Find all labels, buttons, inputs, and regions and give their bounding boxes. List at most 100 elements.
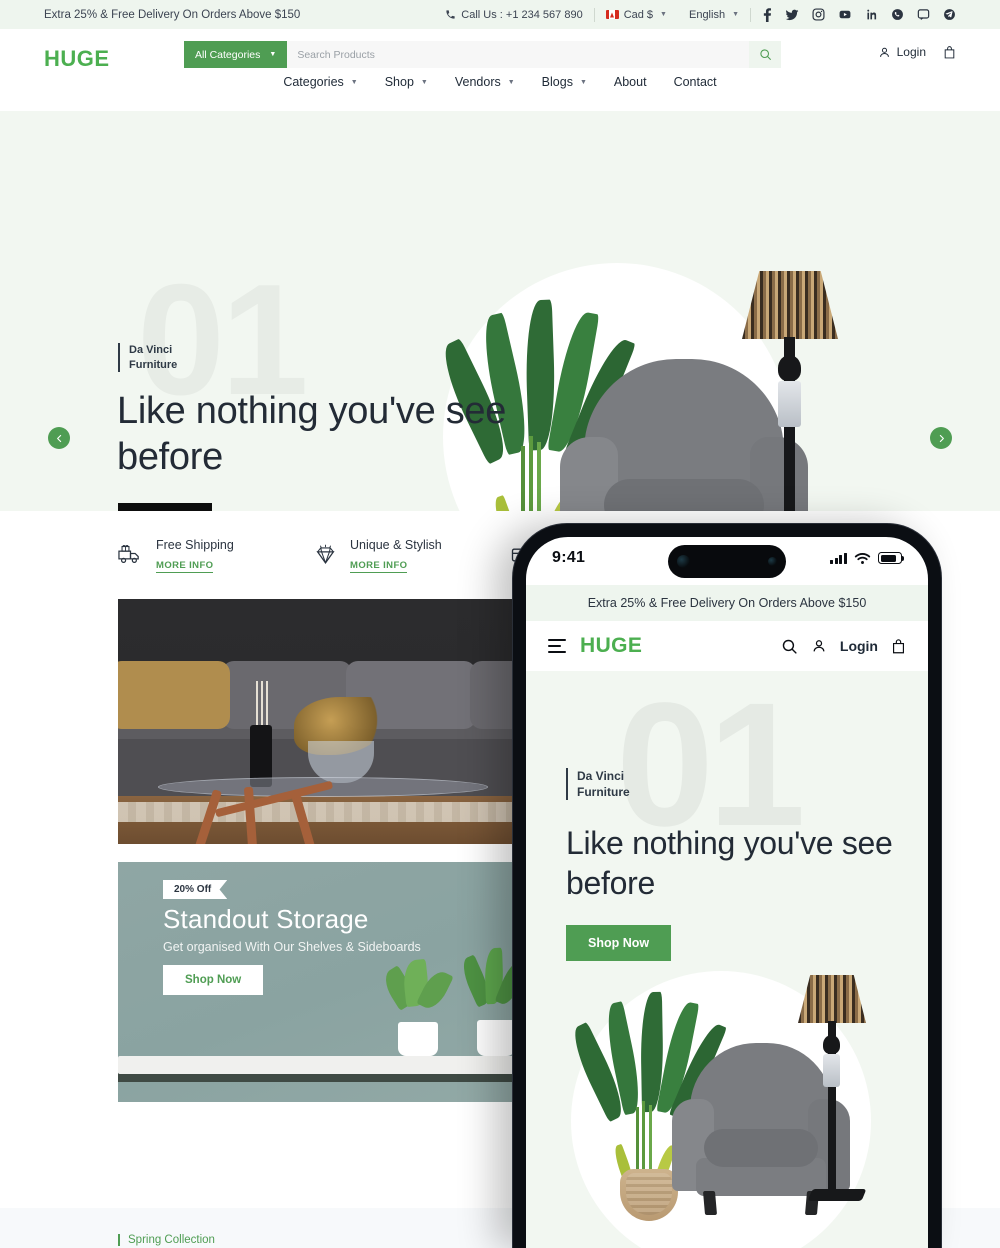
status-time: 9:41	[552, 549, 586, 566]
twitter-icon[interactable]	[785, 8, 799, 22]
promo-text: Extra 25% & Free Delivery On Orders Abov…	[44, 8, 301, 21]
phone-hero-shop-now-button[interactable]: Shop Now	[566, 925, 672, 961]
linkedin-icon[interactable]	[865, 8, 878, 21]
shopping-bag-icon[interactable]	[891, 638, 906, 654]
hero-title: Like nothing you've see before	[117, 390, 507, 478]
phone-announcement-bar: Extra 25% & Free Delivery On Orders Abov…	[526, 585, 928, 621]
feature-more-info-link[interactable]: MORE INFO	[350, 560, 408, 573]
nav-label: Categories	[283, 75, 344, 89]
language-label: English	[688, 8, 726, 21]
phone-floor-lamp-illustration	[798, 975, 867, 1215]
search-input[interactable]	[287, 41, 749, 68]
feature-title: Free Shipping	[156, 537, 234, 552]
nav-label: Contact	[673, 75, 717, 89]
carousel-next-button[interactable]	[930, 427, 952, 449]
search-icon[interactable]	[781, 638, 798, 655]
shopping-bag-icon	[944, 46, 955, 59]
search-bar: All Categories ▼	[184, 41, 781, 68]
site-logo[interactable]: HUGE	[44, 46, 184, 72]
hero-eyebrow-line2: Furniture	[129, 358, 178, 371]
phone-hero-eyebrow-line2: Furniture	[577, 785, 630, 800]
hero-eyebrow-line1: Da Vinci	[129, 344, 173, 356]
whatsapp-icon[interactable]	[891, 8, 904, 21]
youtube-icon[interactable]	[838, 8, 852, 21]
sensor-icon	[768, 557, 777, 566]
cart-button[interactable]	[943, 45, 956, 59]
search-icon	[759, 49, 771, 60]
discount-badge: 20% Off	[163, 880, 228, 899]
phone-mockup: 9:41 Extra 25% & Free Delivery On Orders…	[513, 524, 941, 1248]
storage-title: Standout Storage	[163, 904, 369, 934]
chevron-down-icon: ▼	[660, 11, 667, 18]
feature-more-info-link[interactable]: MORE INFO	[156, 560, 214, 573]
phone-hero-title: Like nothing you've see before	[566, 825, 893, 901]
spring-collection-label: Spring Collection	[118, 1234, 215, 1246]
chevron-down-icon: ▼	[420, 78, 428, 86]
feature-free-shipping: Free Shipping MORE INFO	[118, 538, 314, 573]
social-links	[751, 7, 956, 22]
floor-lamp-illustration	[742, 271, 838, 511]
messenger-icon[interactable]	[917, 8, 930, 21]
phone-status-bar: 9:41	[526, 537, 928, 585]
phone-login-label[interactable]: Login	[840, 638, 878, 654]
wifi-icon	[854, 552, 871, 564]
currency-selector[interactable]: Cad $ ▼	[595, 9, 678, 21]
all-categories-dropdown[interactable]: All Categories ▼	[184, 41, 288, 68]
announcement-bar: Extra 25% & Free Delivery On Orders Abov…	[0, 0, 1000, 29]
chevron-down-icon: ▼	[732, 11, 739, 18]
call-us-label: Call Us : +1 234 567 890	[461, 8, 583, 21]
topbar-utilities: Call Us : +1 234 567 890 Cad $ ▼ English…	[434, 7, 956, 22]
phone-icon	[446, 10, 455, 19]
nav-item-shop[interactable]: Shop ▼	[385, 75, 428, 89]
phone-screen: 9:41 Extra 25% & Free Delivery On Orders…	[526, 537, 928, 1248]
nav-item-vendors[interactable]: Vendors ▼	[455, 75, 515, 89]
main-nav: Categories ▼ Shop ▼ Vendors ▼ Blogs ▼ Ab…	[0, 75, 1000, 89]
facebook-icon[interactable]	[763, 7, 772, 22]
chevron-down-icon: ▼	[269, 51, 277, 58]
language-selector[interactable]: English ▼	[678, 9, 750, 21]
user-icon	[879, 47, 889, 57]
nav-label: Vendors	[454, 75, 501, 89]
chevron-down-icon: ▼	[507, 78, 515, 86]
search-button[interactable]	[749, 41, 781, 68]
nav-label: Shop	[384, 75, 414, 89]
phone-site-logo[interactable]: HUGE	[580, 634, 642, 658]
instagram-icon[interactable]	[812, 8, 825, 21]
nav-label: About	[613, 75, 647, 89]
storage-shop-now-button[interactable]: Shop Now	[163, 965, 264, 995]
call-us[interactable]: Call Us : +1 234 567 890	[434, 9, 593, 21]
telegram-icon[interactable]	[943, 8, 956, 21]
hero-shop-now-button[interactable]: Shop Now	[118, 503, 213, 511]
diamond-icon	[316, 544, 335, 564]
nav-item-contact[interactable]: Contact	[674, 75, 717, 89]
phone-hero-eyebrow: Da Vinci Furniture	[566, 768, 630, 801]
login-label: Login	[896, 45, 926, 59]
storage-subtitle: Get organised With Our Shelves & Sideboa…	[163, 940, 421, 954]
hero-carousel: 01 Da Vinci Furniture Like nothing	[0, 111, 1000, 511]
plant-small-1	[379, 958, 458, 1056]
chevron-down-icon: ▼	[579, 78, 587, 86]
status-indicators	[830, 552, 905, 565]
nav-item-blogs[interactable]: Blogs ▼	[542, 75, 587, 89]
nav-item-about[interactable]: About	[614, 75, 647, 89]
hero-eyebrow: Da Vinci Furniture	[118, 343, 178, 373]
nav-item-categories[interactable]: Categories ▼	[283, 75, 357, 89]
login-button[interactable]: Login	[878, 45, 926, 59]
hamburger-menu-icon[interactable]	[548, 638, 566, 654]
phone-hero-carousel: 01 Da Vinci Furniture Like nothing you'v…	[526, 671, 928, 1248]
phone-plant-pot	[620, 1169, 678, 1221]
feature-unique-stylish: Unique & Stylish MORE INFO	[314, 538, 510, 573]
phone-hero-eyebrow-line1: Da Vinci	[577, 769, 625, 783]
arrow-right-icon	[939, 434, 944, 442]
camera-lens-icon	[677, 555, 690, 568]
feature-title: Unique & Stylish	[350, 537, 442, 552]
battery-icon	[878, 552, 905, 564]
carousel-prev-button[interactable]	[48, 427, 70, 449]
delivery-truck-icon	[118, 545, 139, 563]
user-icon[interactable]	[811, 638, 827, 654]
header-actions: Login	[878, 45, 956, 59]
currency-label: Cad $	[623, 8, 654, 21]
nav-label: Blogs	[541, 75, 573, 89]
chevron-down-icon: ▼	[350, 78, 358, 86]
phone-header-actions: Login	[781, 638, 906, 655]
